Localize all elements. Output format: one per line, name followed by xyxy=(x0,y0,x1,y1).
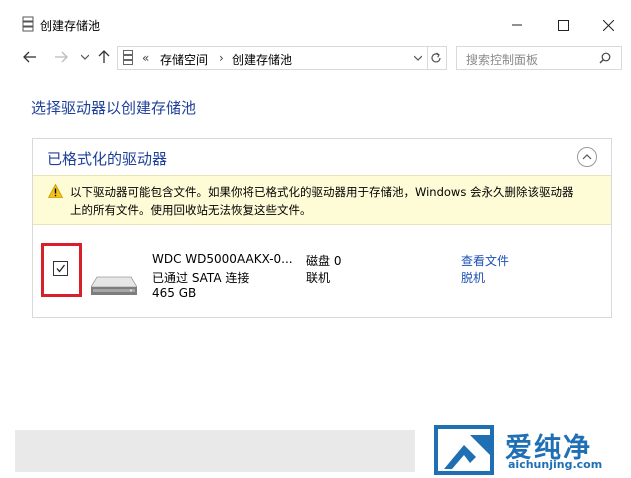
breadcrumb-storage-spaces[interactable]: 存储空间 xyxy=(160,51,208,68)
recent-locations-button[interactable] xyxy=(76,48,94,66)
back-button[interactable] xyxy=(21,48,39,66)
maximize-button[interactable] xyxy=(540,10,586,40)
take-offline-link[interactable]: 脱机 xyxy=(461,269,485,286)
warning-banner: 以下驱动器可能包含文件。如果你将已格式化的驱动器用于存储池，Windows 会永… xyxy=(33,175,611,225)
footer-bar xyxy=(15,430,415,472)
chevron-up-icon xyxy=(582,154,592,160)
minimize-button[interactable] xyxy=(494,10,540,40)
drive-disk: 磁盘 0 xyxy=(306,254,342,268)
drive-name: WDC WD5000AAKX-0... xyxy=(152,252,293,266)
checkmark-icon xyxy=(56,264,66,273)
hard-drive-icon xyxy=(91,276,137,295)
view-files-link[interactable]: 查看文件 xyxy=(461,252,509,269)
maximize-icon xyxy=(557,19,569,31)
chevron-down-icon xyxy=(81,54,89,60)
minimize-icon xyxy=(512,24,522,26)
drive-checkbox[interactable] xyxy=(53,261,68,276)
arrow-up-icon xyxy=(98,50,110,63)
warning-line-2: 上的所有文件。使用回收站无法恢复这些文件。 xyxy=(70,203,312,217)
title-bar: 创建存储池 xyxy=(0,0,631,40)
group-title: 已格式化的驱动器 xyxy=(47,150,168,168)
search-box[interactable]: 搜索控制面板 xyxy=(456,46,622,70)
close-icon xyxy=(602,19,614,31)
warning-line-1: 以下驱动器可能包含文件。如果你将已格式化的驱动器用于存储池，Windows 会永… xyxy=(70,185,574,199)
breadcrumb-overflow[interactable]: « xyxy=(142,51,149,65)
arrow-right-icon xyxy=(55,51,68,63)
chevron-down-icon[interactable] xyxy=(414,55,422,61)
arrow-left-icon xyxy=(23,51,36,63)
page-title: 选择驱动器以创建存储池 xyxy=(31,99,197,117)
drive-size: 465 GB xyxy=(152,286,197,300)
window-title: 创建存储池 xyxy=(40,19,101,33)
storage-pool-icon xyxy=(123,50,133,65)
collapse-button[interactable] xyxy=(577,147,597,167)
address-bar[interactable]: « 存储空间 › 创建存储池 xyxy=(117,46,428,70)
formatted-drives-group: 已格式化的驱动器 以下驱动器可能包含文件。如果你将已格式化的驱动器用于存储池，W… xyxy=(32,138,612,318)
storage-pool-icon xyxy=(22,16,34,32)
close-button[interactable] xyxy=(585,10,631,40)
watermark-url: aichunjing.com xyxy=(508,458,603,471)
watermark-logo xyxy=(434,425,494,475)
warning-text: 以下驱动器可能包含文件。如果你将已格式化的驱动器用于存储池，Windows 会永… xyxy=(70,183,600,219)
refresh-icon xyxy=(431,52,441,63)
search-input[interactable]: 搜索控制面板 xyxy=(466,51,538,68)
search-icon[interactable] xyxy=(599,52,611,64)
warning-icon xyxy=(48,184,63,198)
forward-button[interactable] xyxy=(52,48,70,66)
refresh-button[interactable] xyxy=(426,46,447,70)
breadcrumb-create-pool[interactable]: 创建存储池 xyxy=(232,51,292,68)
up-button[interactable] xyxy=(95,48,113,66)
drive-connection: 已通过 SATA 连接 xyxy=(152,271,250,285)
drive-status: 联机 xyxy=(306,271,331,285)
breadcrumb-separator: › xyxy=(219,51,224,65)
